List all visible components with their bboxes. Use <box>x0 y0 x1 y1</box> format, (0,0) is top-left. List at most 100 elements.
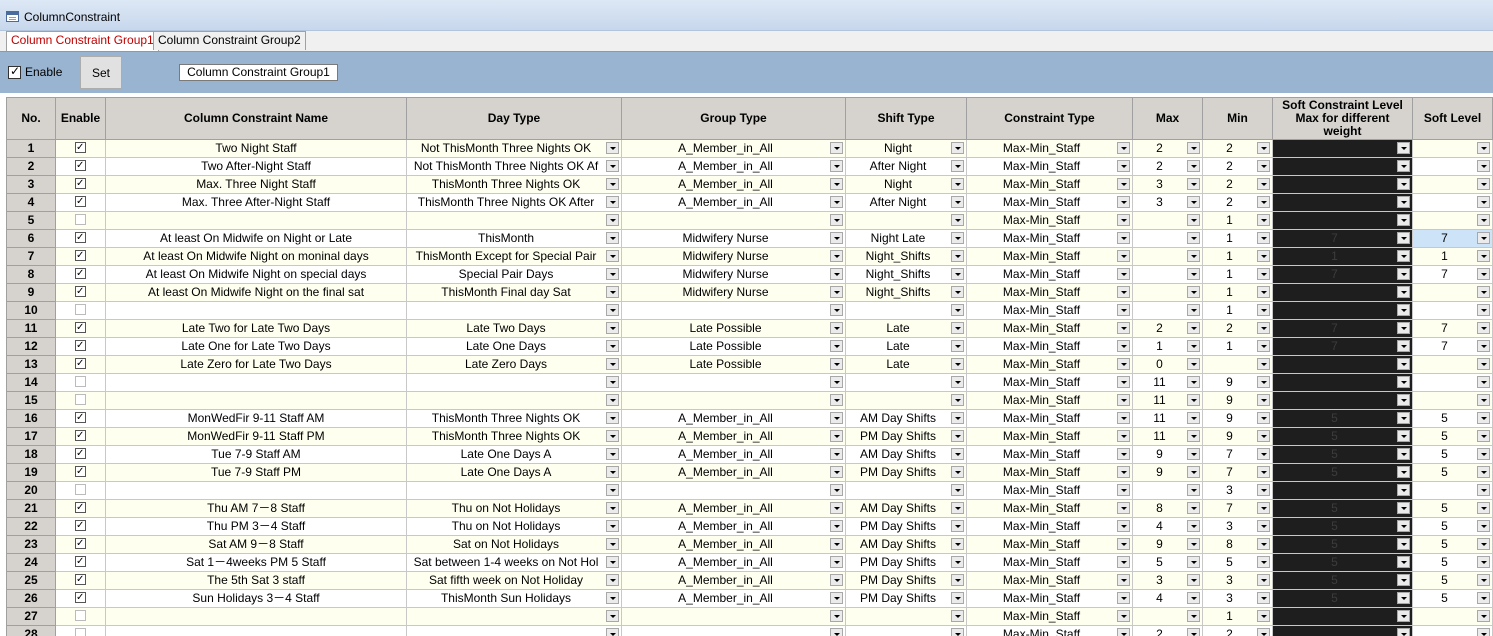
day-type-cell[interactable]: Not ThisMonth Three Nights OK <box>406 139 622 158</box>
chevron-down-icon[interactable] <box>951 610 964 622</box>
chevron-down-icon[interactable] <box>606 592 619 604</box>
set-button[interactable]: Set <box>80 56 122 89</box>
soft-level-max-cell[interactable]: 5 <box>1272 517 1413 536</box>
chevron-down-icon[interactable] <box>1477 610 1490 622</box>
shift-type-cell[interactable]: PM Day Shifts <box>845 427 967 446</box>
chevron-down-icon[interactable] <box>1477 574 1490 586</box>
chevron-down-icon[interactable] <box>951 304 964 316</box>
group-type-cell[interactable]: Late Possible <box>621 319 846 338</box>
row-enable-checkbox[interactable] <box>75 376 86 387</box>
row-enable-cell[interactable] <box>55 517 106 536</box>
chevron-down-icon[interactable] <box>951 178 964 190</box>
chevron-down-icon[interactable] <box>830 520 843 532</box>
chevron-down-icon[interactable] <box>1117 376 1130 388</box>
tab-column-constraint-group2[interactable]: Column Constraint Group2 <box>153 31 306 50</box>
day-type-cell[interactable]: Late Zero Days <box>406 355 622 374</box>
soft-level-cell[interactable] <box>1412 283 1493 302</box>
chevron-down-icon[interactable] <box>1257 196 1270 208</box>
soft-level-max-cell[interactable]: 5 <box>1272 553 1413 572</box>
constraint-name-cell[interactable] <box>105 301 407 320</box>
table-row[interactable]: 28 Max-Min_Staff 2 2 <box>6 625 1493 636</box>
constraint-type-cell[interactable]: Max-Min_Staff <box>966 445 1133 464</box>
min-cell[interactable] <box>1202 355 1273 374</box>
shift-type-cell[interactable] <box>845 301 967 320</box>
shift-type-cell[interactable] <box>845 373 967 392</box>
soft-level-cell[interactable] <box>1412 373 1493 392</box>
row-enable-checkbox[interactable] <box>75 411 86 425</box>
row-enable-cell[interactable] <box>55 229 106 248</box>
soft-level-max-cell[interactable] <box>1272 373 1413 392</box>
chevron-down-icon[interactable] <box>1257 178 1270 190</box>
min-cell[interactable]: 7 <box>1202 499 1273 518</box>
chevron-down-icon[interactable] <box>951 340 964 352</box>
chevron-down-icon[interactable] <box>1397 358 1410 370</box>
group-type-cell[interactable]: A_Member_in_All <box>621 139 846 158</box>
soft-level-max-cell[interactable]: 7 <box>1272 337 1413 356</box>
chevron-down-icon[interactable] <box>830 340 843 352</box>
chevron-down-icon[interactable] <box>606 448 619 460</box>
chevron-down-icon[interactable] <box>1397 520 1410 532</box>
chevron-down-icon[interactable] <box>1397 178 1410 190</box>
constraint-grid-container[interactable]: No. Enable Column Constraint Name Day Ty… <box>0 93 1493 636</box>
min-cell[interactable]: 9 <box>1202 409 1273 428</box>
group-type-cell[interactable] <box>621 481 846 500</box>
constraint-name-cell[interactable]: MonWedFir 9-11 Staff AM <box>105 409 407 428</box>
soft-level-max-cell[interactable] <box>1272 301 1413 320</box>
chevron-down-icon[interactable] <box>951 466 964 478</box>
chevron-down-icon[interactable] <box>1117 412 1130 424</box>
day-type-cell[interactable]: Not ThisMonth Three Nights OK Af <box>406 157 622 176</box>
table-row[interactable]: 8 At least On Midwife Night on special da… <box>6 265 1493 284</box>
min-cell[interactable]: 2 <box>1202 319 1273 338</box>
row-enable-checkbox[interactable] <box>75 465 86 479</box>
min-cell[interactable]: 2 <box>1202 139 1273 158</box>
chevron-down-icon[interactable] <box>1117 538 1130 550</box>
constraint-name-cell[interactable]: Sat 1－4weeks PM 5 Staff <box>105 553 407 572</box>
day-type-cell[interactable]: Sat fifth week on Not Holiday <box>406 571 622 590</box>
constraint-type-cell[interactable]: Max-Min_Staff <box>966 553 1133 572</box>
row-enable-cell[interactable] <box>55 445 106 464</box>
chevron-down-icon[interactable] <box>1117 574 1130 586</box>
min-cell[interactable]: 1 <box>1202 247 1273 266</box>
chevron-down-icon[interactable] <box>1117 628 1130 636</box>
table-row[interactable]: 25 The 5th Sat 3 staff Sat fifth week on N… <box>6 571 1493 590</box>
header-group-type[interactable]: Group Type <box>621 97 846 140</box>
chevron-down-icon[interactable] <box>606 430 619 442</box>
chevron-down-icon[interactable] <box>830 628 843 636</box>
chevron-down-icon[interactable] <box>1117 466 1130 478</box>
row-enable-cell[interactable] <box>55 607 106 626</box>
chevron-down-icon[interactable] <box>830 502 843 514</box>
constraint-type-cell[interactable]: Max-Min_Staff <box>966 625 1133 636</box>
min-cell[interactable]: 1 <box>1202 301 1273 320</box>
min-cell[interactable]: 3 <box>1202 481 1273 500</box>
row-enable-checkbox[interactable] <box>75 285 86 299</box>
chevron-down-icon[interactable] <box>830 448 843 460</box>
group-type-cell[interactable]: A_Member_in_All <box>621 499 846 518</box>
chevron-down-icon[interactable] <box>830 412 843 424</box>
chevron-down-icon[interactable] <box>1117 178 1130 190</box>
chevron-down-icon[interactable] <box>1187 448 1200 460</box>
chevron-down-icon[interactable] <box>1397 502 1410 514</box>
constraint-type-cell[interactable]: Max-Min_Staff <box>966 229 1133 248</box>
day-type-cell[interactable]: ThisMonth Three Nights OK <box>406 175 622 194</box>
min-cell[interactable]: 9 <box>1202 427 1273 446</box>
table-row[interactable]: 27 Max-Min_Staff 1 <box>6 607 1493 626</box>
chevron-down-icon[interactable] <box>1187 376 1200 388</box>
chevron-down-icon[interactable] <box>1187 394 1200 406</box>
constraint-type-cell[interactable]: Max-Min_Staff <box>966 283 1133 302</box>
chevron-down-icon[interactable] <box>1477 448 1490 460</box>
chevron-down-icon[interactable] <box>1477 394 1490 406</box>
chevron-down-icon[interactable] <box>830 142 843 154</box>
chevron-down-icon[interactable] <box>1257 250 1270 262</box>
soft-level-cell[interactable] <box>1412 301 1493 320</box>
row-enable-checkbox[interactable] <box>75 141 86 155</box>
table-row[interactable]: 24 Sat 1－4weeks PM 5 Staff Sat between 1-4… <box>6 553 1493 572</box>
table-row[interactable]: 2 Two After-Night Staff Not ThisMonth Thre… <box>6 157 1493 176</box>
row-enable-cell[interactable] <box>55 175 106 194</box>
constraint-type-cell[interactable]: Max-Min_Staff <box>966 265 1133 284</box>
soft-level-max-cell[interactable] <box>1272 481 1413 500</box>
soft-level-cell[interactable] <box>1412 193 1493 212</box>
header-day-type[interactable]: Day Type <box>406 97 622 140</box>
table-row[interactable]: 15 Max-Min_Staff 11 9 <box>6 391 1493 410</box>
chevron-down-icon[interactable] <box>1117 430 1130 442</box>
group-type-cell[interactable] <box>621 607 846 626</box>
